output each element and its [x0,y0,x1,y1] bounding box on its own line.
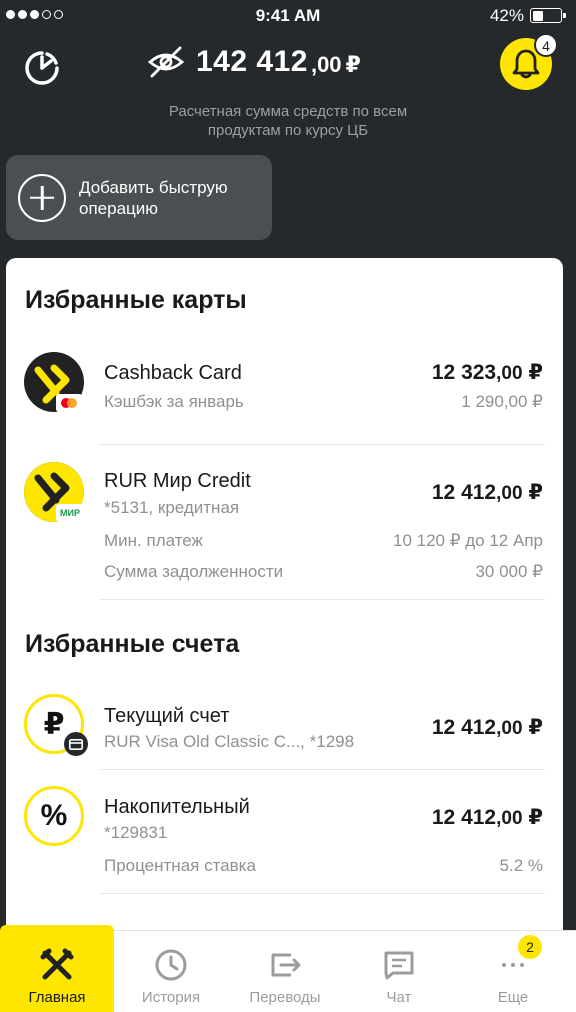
plus-icon [18,173,66,222]
transfer-icon [271,953,301,977]
status-bar: 9:41 AM 42% [0,0,576,30]
account-subtitle: RUR Visa Old Classic C..., *1298 [104,732,355,751]
account-balance: 12 412,00 ₽ [431,716,543,739]
account-name: Накопительный [104,796,250,818]
balance-decimal: ,00 [310,52,342,77]
quick-operation-label: Добавить быструю операцию [79,177,228,218]
card-subtitle: Кэшбэк за январь [104,392,244,411]
favorite-cards-title: Избранные карты [25,286,247,314]
card-name: RUR Мир Credit [104,470,251,492]
card-cashback-amount: 1 290,00 ₽ [461,392,543,411]
favorite-accounts-title: Избранные счета [25,630,240,658]
balance-note: Расчетная сумма средств по всем продукта… [168,103,408,139]
total-balance[interactable]: 142 412 ,00 ₽ [146,44,361,80]
tab-home[interactable]: Главная [0,925,114,1012]
divider [100,599,545,600]
min-payment-value: 10 120 ₽ до 12 Апр [393,531,543,550]
notifications-button[interactable]: 4 [500,33,558,90]
main-content: Избранные карты Cashback Card Кэшбэк за … [6,258,563,958]
header: 142 412 ,00 ₽ 4 Расчетная сумма средств … [0,30,576,140]
mastercard-icon [56,394,82,412]
mir-payment-icon: МИР [56,504,84,522]
clock-icon [155,949,187,981]
tab-label: Чат [386,989,412,1006]
add-quick-operation-button[interactable]: Добавить быструю операцию [6,155,272,240]
analytics-pie-icon[interactable] [22,48,62,88]
tab-label: История [141,989,201,1006]
card-subtitle: *5131, кредитная [104,498,240,517]
account-name: Текущий счет [104,705,230,727]
tab-label: Главная [28,989,86,1006]
tab-transfers[interactable]: Переводы [228,931,342,1012]
percent-icon: % [24,786,84,846]
battery-percent: 42% [489,6,524,25]
divider [100,893,545,894]
account-balance: 12 412,00 ₽ [431,806,543,829]
tab-more[interactable]: 2 Еще [456,931,570,1012]
tab-history[interactable]: История [114,931,228,1012]
interest-rate-label: Процентная ставка [104,856,256,875]
raiffeisen-logo-icon [40,948,74,980]
debt-value: 30 000 ₽ [475,562,543,581]
interest-rate-value: 5.2 % [499,856,543,875]
more-badge: 2 [518,935,542,959]
battery-icon [530,8,566,23]
tab-label: Переводы [249,989,321,1006]
hide-balance-icon[interactable] [146,44,186,80]
card-balance: 12 412,00 ₽ [431,481,543,504]
min-payment-label: Мин. платеж [104,531,203,550]
tab-chat[interactable]: Чат [342,931,456,1012]
divider [100,769,545,770]
balance-currency: ₽ [345,52,361,77]
tab-label: Еще [497,989,529,1006]
card-icon [64,732,88,756]
notifications-badge: 4 [534,33,558,57]
divider [100,444,545,445]
chat-icon [384,951,414,980]
card-name: Cashback Card [104,362,242,384]
tab-bar: Главная История Переводы Чат 2 Еще [0,925,576,1012]
account-subtitle: *129831 [104,823,168,842]
card-balance: 12 323,00 ₽ [431,361,543,384]
debt-label: Сумма задолженности [104,562,284,581]
balance-integer: 142 412 [196,45,308,78]
